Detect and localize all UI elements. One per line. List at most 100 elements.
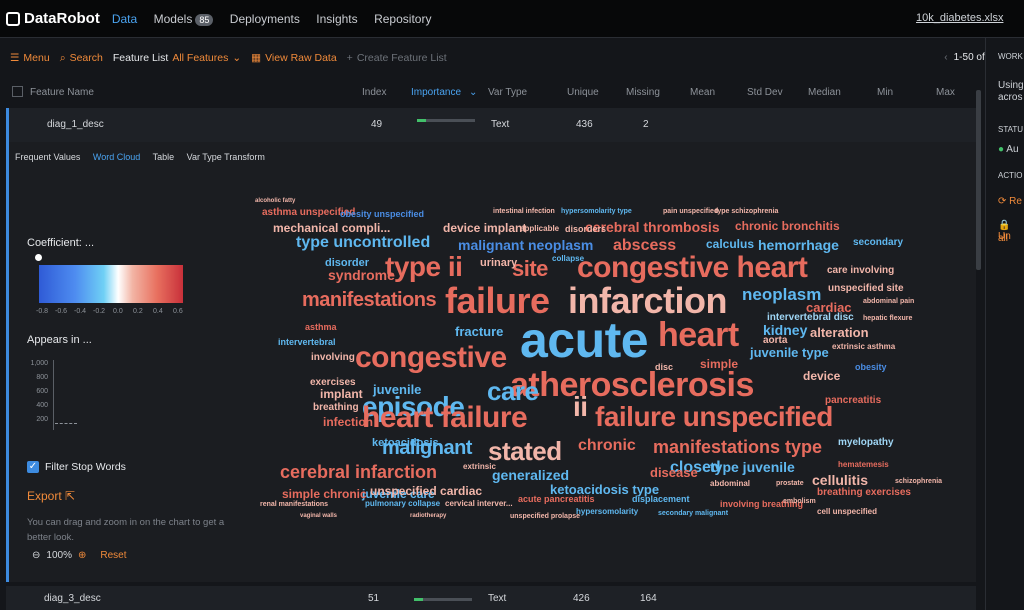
col-std-dev[interactable]: Std Dev [747,87,783,98]
word-cloud-term[interactable]: type schizophrenia [715,208,778,215]
word-cloud-term[interactable]: radiotherapy [410,513,446,519]
col-var-type[interactable]: Var Type [488,87,527,98]
word-cloud-term[interactable]: hypersomolarity type [561,208,632,215]
word-cloud-term[interactable]: intestinal infection [493,208,555,215]
word-cloud-term[interactable]: type uncontrolled [296,235,430,251]
word-cloud-term[interactable]: cellulitis [812,473,868,487]
word-cloud-term[interactable]: alteration [810,326,869,339]
word-cloud-term[interactable]: site [512,258,548,280]
word-cloud-term[interactable]: device [803,370,840,382]
word-cloud-term[interactable]: disease [650,466,698,479]
word-cloud-term[interactable]: heart failure [362,403,528,433]
col-missing[interactable]: Missing [626,87,660,98]
export-button[interactable]: Export ⇱ [27,489,75,503]
word-cloud-term[interactable]: failure [445,283,550,319]
tab-word-cloud[interactable]: Word Cloud [93,152,140,162]
word-cloud-term[interactable]: obesity unspecified [340,210,424,219]
word-cloud-term[interactable]: disc [655,363,673,372]
word-cloud-term[interactable]: exercises [310,378,356,388]
word-cloud-term[interactable]: pain unspecified [663,208,718,215]
action-unlock-line-2[interactable]: all [998,233,1008,244]
word-cloud-term[interactable]: secondary malignant [658,510,728,517]
word-cloud-term[interactable]: extrinsic asthma [832,343,895,351]
word-cloud[interactable]: acute atherosclerosis failure infarction con… [255,198,945,524]
word-cloud-term[interactable]: stated [488,438,562,464]
word-cloud-term[interactable]: asthma [305,323,337,332]
word-cloud-term[interactable]: infection [323,416,373,428]
word-cloud-term[interactable]: vaginal walls [300,513,337,519]
logo[interactable]: DataRobot [6,10,100,27]
word-cloud-term[interactable]: congestive heart [577,253,808,283]
tab-frequent-values[interactable]: Frequent Values [15,152,80,162]
word-cloud-term[interactable]: juvenile type [750,346,829,359]
word-cloud-term[interactable]: urinary [480,258,517,269]
word-cloud-term[interactable]: manifestations [302,290,437,310]
word-cloud-term[interactable]: hemorrhage [758,238,839,252]
word-cloud-term[interactable]: myelopathy [838,438,894,448]
word-cloud-term[interactable]: intervertebral [278,338,336,347]
word-cloud-term[interactable]: alcoholic fatty [255,198,295,204]
zoom-in-icon[interactable]: ⊕ [78,550,86,561]
col-min[interactable]: Min [877,87,893,98]
coefficient-slider-handle[interactable] [35,254,42,261]
col-unique[interactable]: Unique [567,87,599,98]
word-cloud-term[interactable]: ketoacidosis [372,438,439,449]
word-cloud-term[interactable]: obesity [855,363,887,372]
word-cloud-term[interactable]: collapse [552,255,584,263]
word-cloud-term[interactable]: implant [320,388,363,400]
word-cloud-term[interactable]: intervertebral disc [767,313,854,323]
word-cloud-term[interactable]: embolism [783,498,816,505]
filter-stop-words-toggle[interactable]: ✓ Filter Stop Words [27,461,126,473]
word-cloud-term[interactable]: generalized [492,468,569,482]
word-cloud-term[interactable]: prostate [776,480,804,487]
feature-list-dropdown[interactable]: Feature List All Features ⌄ [113,52,241,64]
word-cloud-term[interactable]: care [487,378,539,404]
word-cloud-term[interactable]: hypersomolarity [576,508,638,516]
search-button[interactable]: ⌕ Search [60,52,103,65]
word-cloud-term[interactable]: extrinsic [463,463,496,471]
nav-repository[interactable]: Repository [374,12,431,26]
table-row[interactable]: diag_3_desc 51 Text 426 164 [6,586,976,610]
tab-table[interactable]: Table [153,152,175,162]
word-cloud-term[interactable]: syndrome [328,268,395,282]
word-cloud-term[interactable]: displacement [632,495,690,504]
word-cloud-term[interactable]: breathing [313,403,359,413]
col-max[interactable]: Max [936,87,955,98]
word-cloud-term[interactable]: malignant neoplasm [458,238,593,252]
scrollbar[interactable] [976,90,981,270]
histogram-range-marker[interactable] [55,423,77,424]
col-mean[interactable]: Mean [690,87,715,98]
word-cloud-term[interactable]: failure unspecified [595,403,833,431]
word-cloud-term[interactable]: hematemesis [838,461,889,469]
word-cloud-term[interactable]: type juvenile [710,460,795,474]
word-cloud-term[interactable]: infarction [568,283,728,319]
word-cloud-term[interactable]: care involving [827,266,894,276]
nav-insights[interactable]: Insights [316,12,357,26]
word-cloud-term[interactable]: acute [520,315,649,365]
word-cloud-term[interactable]: chronic bronchitis [735,220,840,232]
word-cloud-term[interactable]: simple [700,358,738,370]
word-cloud-term[interactable]: hepatic flexure [863,315,912,322]
word-cloud-term[interactable]: disorders [565,225,606,234]
word-cloud-term[interactable]: heart [658,318,739,352]
word-cloud-term[interactable]: manifestations type [653,438,822,456]
word-cloud-term[interactable]: unspecified prolapse [510,513,580,520]
word-cloud-term[interactable]: ii [573,393,588,421]
menu-button[interactable]: ☰ Menu [10,52,50,64]
create-feature-list-button[interactable]: + Create Feature List [347,52,447,64]
word-cloud-term[interactable]: unspecified site [828,284,904,294]
view-raw-data-button[interactable]: ▦ View Raw Data [251,52,337,64]
table-row[interactable]: diag_1_desc 49 Text 436 2 [6,108,976,142]
word-cloud-term[interactable]: juvenile [373,383,421,396]
reset-button[interactable]: Reset [100,550,126,561]
word-cloud-term[interactable]: breathing exercises [817,488,911,498]
word-cloud-term[interactable]: acute pancreatitis [518,495,595,504]
dataset-file-link[interactable]: 10k_diabetes.xlsx [916,12,1003,24]
word-cloud-term[interactable]: fracture [455,325,503,338]
col-feature-name[interactable]: Feature Name [30,87,94,98]
word-cloud-term[interactable]: involving [311,353,355,363]
word-cloud-term[interactable]: schizophrenia [895,478,942,485]
word-cloud-term[interactable]: mechanical compli... [273,222,390,234]
word-cloud-term[interactable]: type ii [385,253,463,281]
word-cloud-term[interactable]: unspecified cardiac [370,485,482,497]
